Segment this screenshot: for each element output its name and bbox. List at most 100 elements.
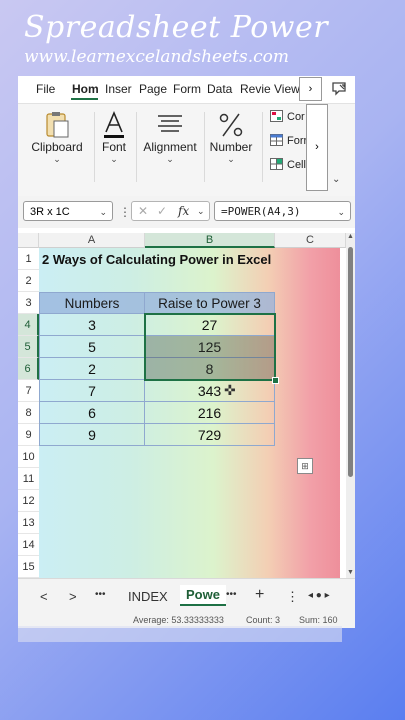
next-sheet-button[interactable]: >: [69, 589, 77, 604]
insert-function-icon[interactable]: fx: [178, 204, 189, 218]
scroll-thumb[interactable]: [348, 247, 353, 477]
tab-formulas[interactable]: Form: [173, 82, 201, 96]
more-sheets-button[interactable]: •••: [95, 589, 106, 600]
ribbon: Clipboard ⌄ Font ⌄ Alignment ⌄ Number ⌄ …: [18, 104, 355, 196]
chevron-down-icon: ⌄: [99, 207, 107, 217]
row-header[interactable]: 12: [18, 490, 39, 512]
align-icon: [158, 115, 182, 132]
formula-actions: ✕ ✓ fx ⌄: [131, 201, 210, 221]
ribbon-divider: [136, 112, 137, 182]
sheet-tab-index[interactable]: INDEX: [128, 589, 168, 604]
row-header[interactable]: 6: [18, 358, 39, 380]
row-header[interactable]: 15: [18, 556, 39, 578]
tab-scroll-icon[interactable]: ◂ ● ▸: [308, 590, 330, 601]
tab-file[interactable]: File: [36, 82, 55, 96]
row-header[interactable]: 1: [18, 248, 39, 270]
row-header[interactable]: 14: [18, 534, 39, 556]
table-cell[interactable]: 7: [39, 380, 145, 402]
ribbon-more-button[interactable]: ›: [306, 104, 328, 191]
header-cell-power[interactable]: Raise to Power 3: [145, 292, 275, 314]
number-group[interactable]: Number ⌄: [208, 104, 254, 192]
row-header[interactable]: 4: [18, 314, 39, 336]
table-format-icon: [270, 134, 283, 146]
ribbon-divider: [94, 112, 95, 182]
add-sheet-button[interactable]: +: [255, 586, 264, 604]
chevron-down-icon[interactable]: ⌄: [197, 206, 205, 217]
select-all-corner[interactable]: [18, 233, 39, 248]
more-tabs-button[interactable]: ›: [299, 77, 322, 101]
status-sum: Sum: 160: [299, 615, 338, 625]
format-as-table-label: Forr: [287, 135, 308, 147]
chevron-down-icon: ⌄: [53, 154, 61, 164]
column-header-a[interactable]: A: [39, 233, 145, 248]
column-header-b[interactable]: B: [145, 233, 275, 248]
tab-view[interactable]: View: [274, 82, 300, 96]
cancel-icon[interactable]: ✕: [138, 204, 148, 218]
table-cell[interactable]: 5: [39, 336, 145, 358]
ribbon-divider: [204, 112, 205, 182]
header-cell-numbers[interactable]: Numbers: [39, 292, 145, 314]
brand-header: Spreadsheet Power www.learnexcelandsheet…: [24, 10, 328, 68]
table-cell[interactable]: 3: [39, 314, 145, 336]
column-header-c[interactable]: C: [275, 233, 346, 248]
tab-data[interactable]: Data: [207, 82, 232, 96]
worksheet-grid[interactable]: A B C 1 2 3 4 5 6 7 8 9 10 11 12 13 14 1…: [18, 228, 355, 578]
alignment-group[interactable]: Alignment ⌄: [140, 104, 200, 192]
sheet-title-cell[interactable]: 2 Ways of Calculating Power in Excel: [42, 249, 271, 271]
name-box[interactable]: 3R x 1C ⌄: [23, 201, 113, 221]
font-group[interactable]: Font ⌄: [96, 104, 132, 192]
format-as-table-button[interactable]: Forr: [270, 134, 307, 147]
brand-subtitle: www.learnexcelandsheets.com: [24, 47, 290, 67]
row-header[interactable]: 8: [18, 402, 39, 424]
cell-area[interactable]: 2 Ways of Calculating Power in Excel Num…: [39, 248, 340, 578]
tab-insert[interactable]: Inser: [105, 82, 132, 96]
row-header[interactable]: 2: [18, 270, 39, 292]
prev-sheet-button[interactable]: <: [40, 589, 48, 604]
app-bottom-edge: [18, 626, 342, 642]
row-header[interactable]: 11: [18, 468, 39, 490]
alignment-label: Alignment: [143, 140, 197, 154]
chevron-down-icon: ⌄: [337, 207, 345, 217]
scroll-down-icon[interactable]: ▼: [346, 569, 355, 576]
font-color-icon: [104, 110, 124, 138]
sheet-overflow-button[interactable]: •••: [226, 589, 237, 600]
status-average: Average: 53.33333333: [133, 615, 224, 625]
tab-home[interactable]: Hom: [72, 82, 99, 96]
tab-review[interactable]: Revie: [240, 82, 271, 96]
row-header[interactable]: 13: [18, 512, 39, 534]
clipboard-group[interactable]: Clipboard ⌄: [24, 104, 90, 192]
table-cell[interactable]: 2: [39, 358, 145, 380]
percent-icon: [219, 113, 243, 137]
chevron-down-icon: ⌄: [166, 154, 174, 164]
scroll-up-icon[interactable]: ▲: [346, 233, 355, 240]
cell-styles-button[interactable]: Cell: [270, 158, 306, 171]
conditional-formatting-label: Cor: [287, 111, 305, 123]
row-header[interactable]: 9: [18, 424, 39, 446]
quick-analysis-icon[interactable]: ⊞: [297, 458, 313, 474]
copilot-icon[interactable]: [330, 80, 348, 98]
row-header[interactable]: 7: [18, 380, 39, 402]
collapse-ribbon-button[interactable]: ⌄: [332, 174, 340, 185]
sheet-tab-power[interactable]: Powe: [180, 585, 226, 606]
vertical-scrollbar[interactable]: ▲ ▼: [346, 233, 355, 578]
status-count: Count: 3: [246, 615, 281, 625]
row-header[interactable]: 5: [18, 336, 39, 358]
table-cell[interactable]: 343: [145, 380, 275, 402]
brand-title: Spreadsheet Power: [24, 10, 329, 45]
row-header[interactable]: 3: [18, 292, 39, 314]
number-label: Number: [209, 140, 253, 154]
tab-page-layout[interactable]: Page: [139, 82, 167, 96]
fill-handle[interactable]: [272, 377, 279, 384]
sheet-menu-button[interactable]: ⋮: [286, 589, 299, 605]
cell-cursor-icon: ✜: [224, 382, 236, 398]
table-cell[interactable]: 9: [39, 424, 145, 446]
formula-input[interactable]: =POWER(A4,3) ⌄: [214, 201, 351, 221]
table-cell[interactable]: 216: [145, 402, 275, 424]
table-cell[interactable]: 6: [39, 402, 145, 424]
row-header[interactable]: 10: [18, 446, 39, 468]
chevron-down-icon: ⌄: [227, 154, 235, 164]
table-cell[interactable]: 729: [145, 424, 275, 446]
formula-text: =POWER(A4,3): [221, 205, 301, 218]
enter-icon[interactable]: ✓: [157, 204, 167, 218]
conditional-formatting-button[interactable]: Cor: [270, 110, 305, 123]
